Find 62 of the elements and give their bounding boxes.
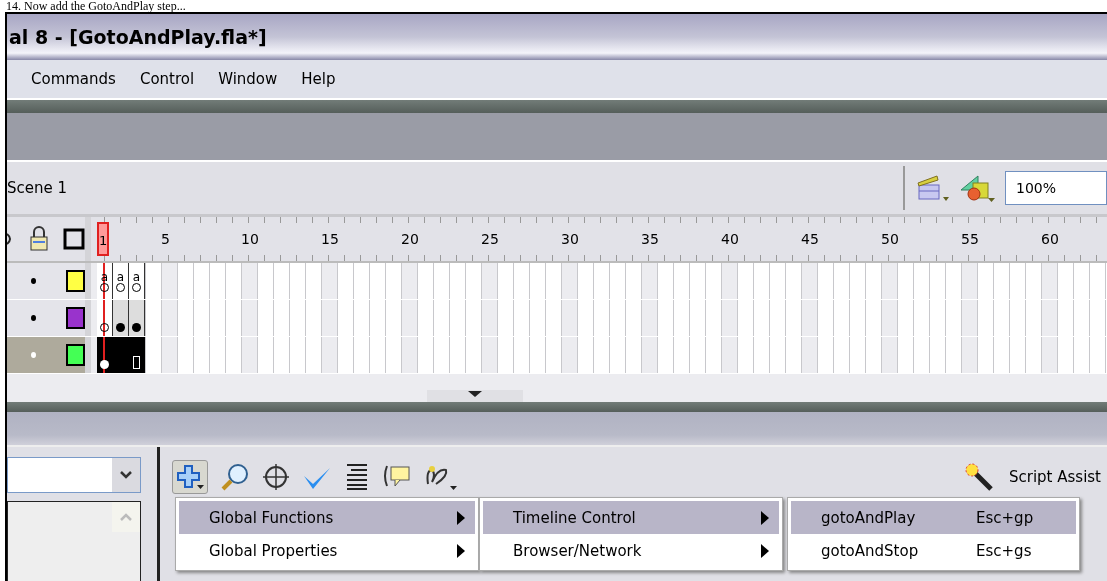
frame-number: 35 <box>641 231 657 247</box>
playhead[interactable]: 1 <box>97 222 109 256</box>
keyframe[interactable] <box>97 300 113 336</box>
layer-row[interactable] <box>7 300 91 336</box>
frame-number: 60 <box>1041 231 1057 247</box>
tutorial-caption: 14. Now add the GotoAndPlay step... <box>5 0 187 12</box>
keyframe[interactable] <box>113 300 129 336</box>
scene-label: Scene 1 <box>7 179 68 197</box>
menu-item[interactable]: Window <box>218 70 278 88</box>
menu-item[interactable]: gotoAndPlay Esc+gp <box>791 501 1076 534</box>
keyframe[interactable] <box>129 300 145 336</box>
caret-icon <box>467 390 483 398</box>
frame-number: 30 <box>561 231 577 247</box>
menu-item[interactable]: Help <box>301 70 336 88</box>
keyframe[interactable] <box>129 337 145 373</box>
dropdown-field[interactable] <box>7 457 141 493</box>
crosshair-icon[interactable] <box>262 463 290 491</box>
visibility-dot-icon[interactable] <box>31 315 36 321</box>
layer-color-swatch[interactable] <box>66 307 85 329</box>
submenu-arrow-icon <box>761 510 769 525</box>
clapperboard-icon[interactable] <box>915 173 949 203</box>
layer-row[interactable] <box>7 337 91 373</box>
menu-item[interactable]: Timeline Control <box>483 501 779 534</box>
menu-item[interactable]: Global Functions <box>179 501 475 534</box>
frame-number: 20 <box>401 231 417 247</box>
layer-color-swatch[interactable] <box>66 344 85 366</box>
submenu-arrow-icon <box>457 510 465 525</box>
frame-number: 5 <box>161 231 171 247</box>
frame-number: 40 <box>721 231 737 247</box>
frame-number: 10 <box>241 231 257 247</box>
menu-item[interactable]: gotoAndStop Esc+gs <box>791 534 1076 567</box>
dropdown-button[interactable] <box>112 458 140 492</box>
frame-number: 55 <box>961 231 977 247</box>
visibility-dot-icon[interactable] <box>31 278 36 284</box>
keyframe[interactable]: a <box>113 263 129 299</box>
zoom-field[interactable]: 100% <box>1005 171 1107 205</box>
collapse-tab[interactable] <box>427 390 523 402</box>
frame-number: 15 <box>321 231 337 247</box>
menu-item[interactable]: Commands <box>31 70 116 88</box>
chevron-up-icon <box>119 512 133 522</box>
keyframe[interactable] <box>97 337 113 373</box>
menu-item[interactable]: Global Properties <box>179 534 475 567</box>
menu-item[interactable]: Control <box>139 70 195 88</box>
menu-item[interactable]: Browser/Network <box>483 534 779 567</box>
shapes-icon[interactable] <box>959 172 995 204</box>
visibility-dot-icon[interactable] <box>31 352 36 358</box>
chevron-down-icon <box>119 470 133 480</box>
submenu-arrow-icon <box>457 543 465 558</box>
script-assist-button[interactable]: Script Assist <box>1008 468 1101 486</box>
window-title: al 8 - [GotoAndPlay.fla*] <box>8 26 267 48</box>
keyframe[interactable]: a <box>129 263 145 299</box>
add-button[interactable] <box>172 460 208 494</box>
search-icon[interactable] <box>220 462 250 492</box>
lock-icon[interactable] <box>28 226 50 252</box>
submenu-arrow-icon <box>761 543 769 558</box>
layer-color-swatch[interactable] <box>66 270 85 292</box>
frame-number: 45 <box>801 231 817 247</box>
lines-icon[interactable] <box>344 462 370 492</box>
outline-icon[interactable] <box>63 228 85 250</box>
layer-row[interactable] <box>7 263 91 299</box>
frame-number: 50 <box>881 231 897 247</box>
frame-number: 25 <box>481 231 497 247</box>
